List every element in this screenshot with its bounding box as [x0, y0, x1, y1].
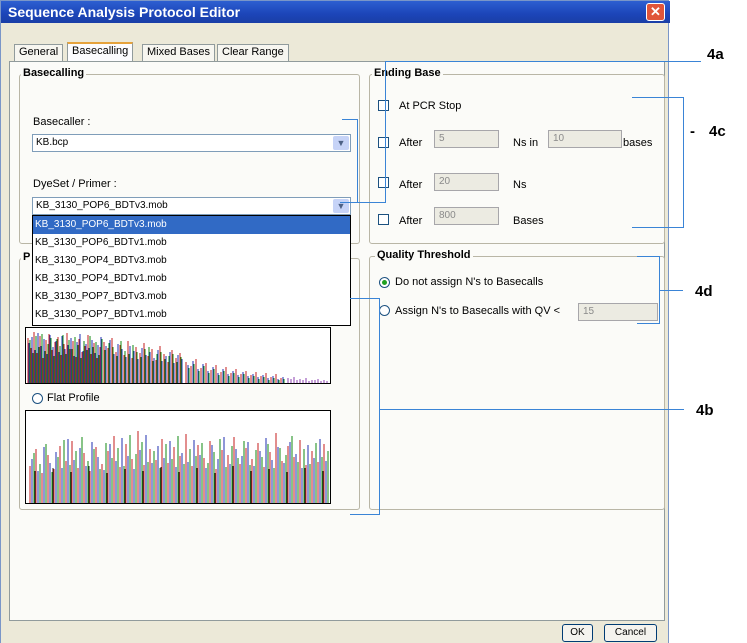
callout-line	[350, 514, 380, 515]
after-ns-value: 5	[439, 133, 445, 144]
qv-field[interactable]: 15	[578, 303, 658, 321]
basecaller-label: Basecaller :	[33, 116, 91, 128]
at-pcr-stop-label: At PCR Stop	[399, 100, 462, 112]
flat-profile-signal	[29, 431, 329, 503]
dyeset-value: KB_3130_POP6_BDTv3.mob	[36, 200, 168, 211]
callout-4a: 4a	[707, 46, 724, 63]
window-title: Sequence Analysis Protocol Editor	[8, 4, 241, 20]
callout-line	[637, 323, 660, 324]
ending-base-group-title: Ending Base	[372, 67, 443, 79]
flat-profile-graph	[25, 410, 331, 504]
tab-general[interactable]: General	[14, 44, 64, 61]
callout-line	[350, 298, 379, 299]
callout-line	[379, 298, 380, 515]
tab-clear-range[interactable]: Clear Range	[217, 44, 289, 61]
after-ns-only-value: 20	[439, 176, 451, 187]
basecalling-group-title: Basecalling	[21, 67, 87, 79]
quality-threshold-group	[369, 256, 665, 510]
in-bases-value: 10	[553, 133, 565, 144]
callout-4b: 4b	[696, 402, 714, 419]
cancel-button[interactable]: Cancel	[604, 624, 657, 642]
dyeset-dropdown-list[interactable]: KB_3130_POP6_BDTv3.mob KB_3130_POP6_BDTv…	[32, 215, 351, 326]
dyeset-option[interactable]: KB_3130_POP4_BDTv3.mob	[33, 252, 350, 270]
callout-line	[342, 119, 358, 120]
bases-label: Bases	[513, 215, 544, 227]
after-ns-checkbox[interactable]	[378, 177, 389, 188]
qv-value: 15	[583, 306, 595, 317]
title-bar[interactable]: Sequence Analysis Protocol Editor ✕	[1, 1, 670, 23]
true-profile-signal	[27, 332, 328, 383]
ok-button[interactable]: OK	[562, 624, 593, 642]
callout-line	[637, 256, 660, 257]
after-ns-field[interactable]: 5	[434, 130, 499, 148]
profile-group-title: P	[21, 251, 33, 263]
callout-dash: -	[690, 123, 695, 140]
flat-profile-radio[interactable]	[32, 393, 43, 404]
after-label-3: After	[399, 215, 423, 227]
ns-label: Ns	[513, 179, 527, 191]
at-pcr-stop-checkbox[interactable]	[378, 100, 389, 111]
after-bases-value: 800	[439, 210, 456, 221]
callout-line	[632, 97, 683, 98]
bases-lower-label: bases	[623, 137, 653, 149]
basecaller-select[interactable]: KB.bcp ▼	[32, 134, 351, 152]
dyeset-option[interactable]: KB_3130_POP6_BDTv1.mob	[33, 234, 350, 252]
dyeset-option[interactable]: KB_3130_POP4_BDTv1.mob	[33, 270, 350, 288]
no-assign-ns-radio[interactable]	[379, 277, 390, 288]
dyeset-select[interactable]: KB_3130_POP6_BDTv3.mob ▼	[32, 197, 351, 215]
tab-mixed-bases[interactable]: Mixed Bases	[142, 44, 215, 61]
callout-line-4d	[659, 290, 683, 291]
close-button[interactable]: ✕	[646, 3, 665, 21]
callout-line-4b	[379, 409, 684, 410]
callout-line	[683, 97, 684, 227]
tab-basecalling[interactable]: Basecalling	[67, 42, 134, 62]
dyeset-option[interactable]: KB_3130_POP7_BDTv3.mob	[33, 288, 350, 306]
after-ns-only-field[interactable]: 20	[434, 173, 499, 191]
true-profile-graph	[25, 327, 331, 384]
after-label-2: After	[399, 179, 423, 191]
callout-line-4a	[385, 61, 701, 62]
quality-threshold-title: Quality Threshold	[375, 249, 473, 261]
callout-4c: 4c	[709, 123, 726, 140]
chevron-down-icon[interactable]: ▼	[333, 136, 349, 150]
flat-profile-label: Flat Profile	[47, 392, 100, 404]
after-ns-in-bases-checkbox[interactable]	[378, 137, 389, 148]
callout-line	[357, 119, 358, 203]
dyeset-option[interactable]: KB_3130_POP7_BDTv1.mob	[33, 306, 350, 324]
after-bases-checkbox[interactable]	[378, 214, 389, 225]
dyeset-option[interactable]: KB_3130_POP6_BDTv3.mob	[33, 216, 350, 234]
assign-ns-radio[interactable]	[379, 305, 390, 316]
callout-line	[632, 227, 684, 228]
ns-in-label: Ns in	[513, 137, 539, 149]
callout-line	[385, 61, 386, 203]
assign-ns-label: Assign N's to Basecalls with QV <	[395, 305, 561, 317]
close-icon: ✕	[650, 4, 661, 19]
callout-line	[340, 202, 385, 203]
dyeset-label: DyeSet / Primer :	[33, 178, 117, 190]
after-label-1: After	[399, 137, 423, 149]
after-bases-field[interactable]: 800	[434, 207, 499, 225]
callout-4d: 4d	[695, 283, 713, 300]
dialog-window: Sequence Analysis Protocol Editor ✕ Gene…	[0, 0, 670, 643]
in-bases-field[interactable]: 10	[548, 130, 622, 148]
basecaller-value: KB.bcp	[36, 137, 69, 148]
no-assign-ns-label: Do not assign N's to Basecalls	[395, 276, 544, 288]
